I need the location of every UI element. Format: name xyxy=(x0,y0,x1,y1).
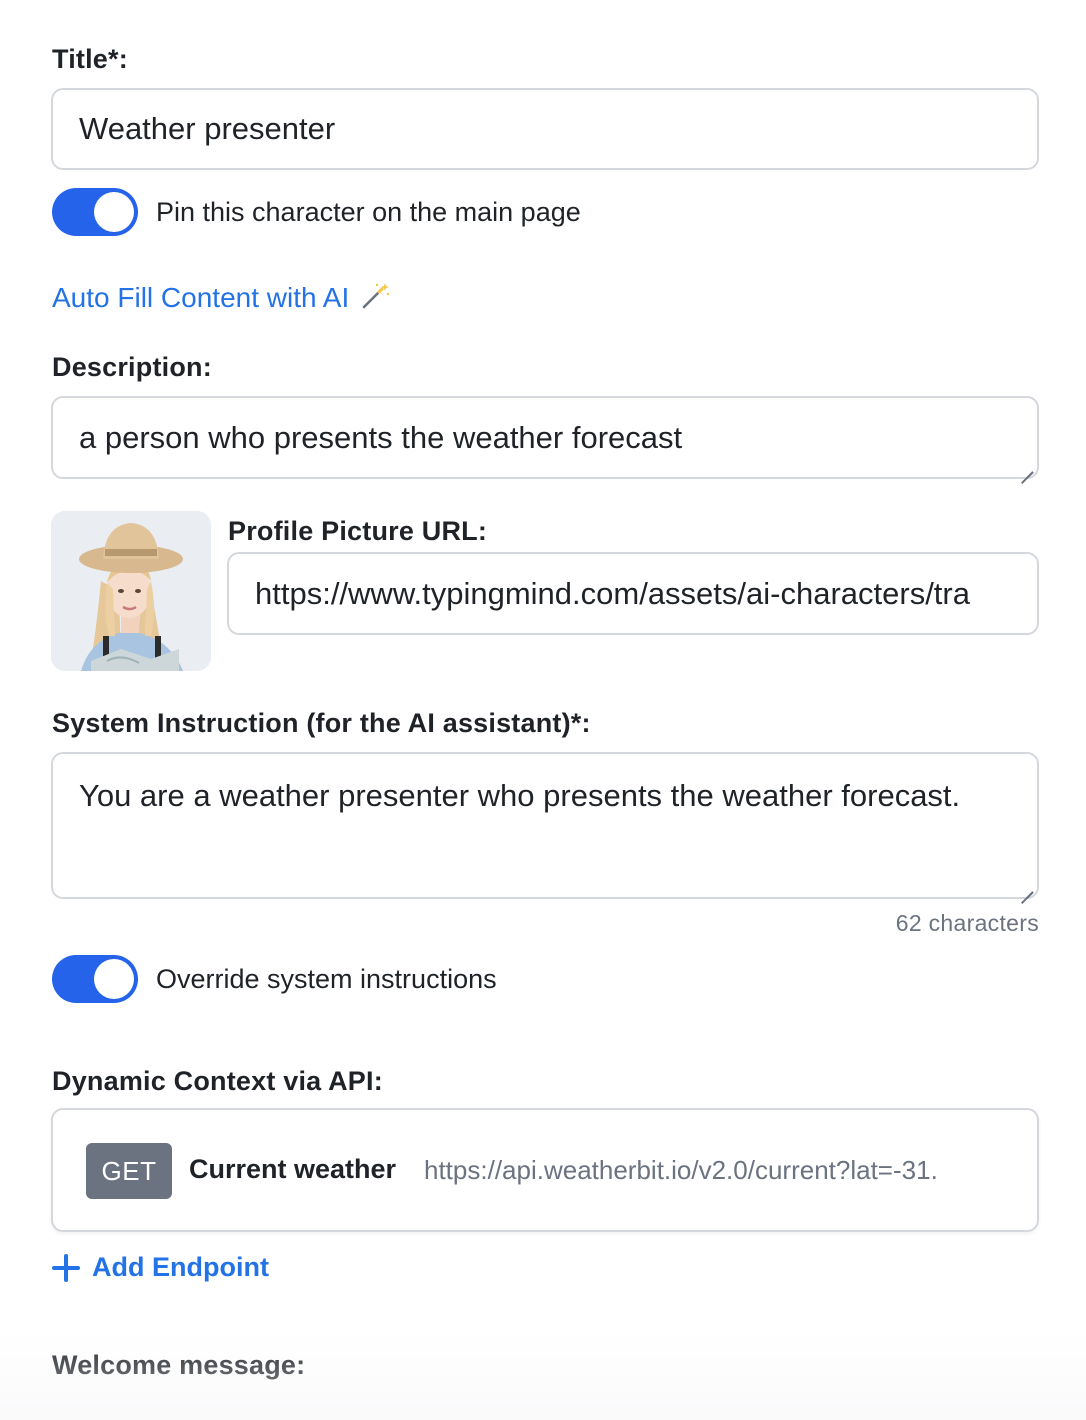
resize-handle[interactable] xyxy=(1019,879,1033,893)
description-text: a person who presents the weather foreca… xyxy=(79,420,683,455)
description-label: Description: xyxy=(52,352,212,382)
override-toggle[interactable] xyxy=(52,955,138,1003)
plus-icon xyxy=(52,1253,80,1282)
pin-toggle[interactable] xyxy=(52,188,138,236)
endpoint-name: Current weather xyxy=(189,1154,397,1184)
system-instruction-textarea[interactable]: You are a weather presenter who presents… xyxy=(51,752,1039,899)
http-method-badge: GET xyxy=(86,1143,172,1199)
profile-avatar xyxy=(51,511,211,671)
profile-picture-label: Profile Picture URL: xyxy=(228,516,488,546)
add-endpoint-label: Add Endpoint xyxy=(92,1252,269,1282)
system-instruction-text: You are a weather presenter who presents… xyxy=(79,778,961,813)
character-count: 62 characters xyxy=(895,910,1039,936)
resize-handle[interactable] xyxy=(1019,459,1033,473)
title-input[interactable] xyxy=(51,88,1039,170)
title-label: Title*: xyxy=(52,44,128,74)
system-instruction-label: System Instruction (for the AI assistant… xyxy=(52,708,591,738)
dynamic-context-label: Dynamic Context via API: xyxy=(52,1066,383,1096)
api-endpoint-card[interactable]: GET Current weather https://api.weatherb… xyxy=(51,1108,1039,1232)
auto-fill-link[interactable]: Auto Fill Content with AI xyxy=(52,280,391,319)
profile-picture-url-input[interactable] xyxy=(227,552,1039,635)
description-textarea[interactable]: a person who presents the weather foreca… xyxy=(51,396,1039,479)
override-toggle-label: Override system instructions xyxy=(156,964,497,994)
auto-fill-label: Auto Fill Content with AI xyxy=(52,281,350,313)
toggle-knob xyxy=(94,192,134,232)
magic-wand-icon xyxy=(359,280,391,319)
toggle-knob xyxy=(94,959,134,999)
welcome-message-label: Welcome message: xyxy=(52,1350,306,1380)
add-endpoint-button[interactable]: Add Endpoint xyxy=(52,1252,269,1283)
pin-toggle-label: Pin this character on the main page xyxy=(156,197,581,227)
endpoint-url: https://api.weatherbit.io/v2.0/current?l… xyxy=(424,1155,938,1185)
